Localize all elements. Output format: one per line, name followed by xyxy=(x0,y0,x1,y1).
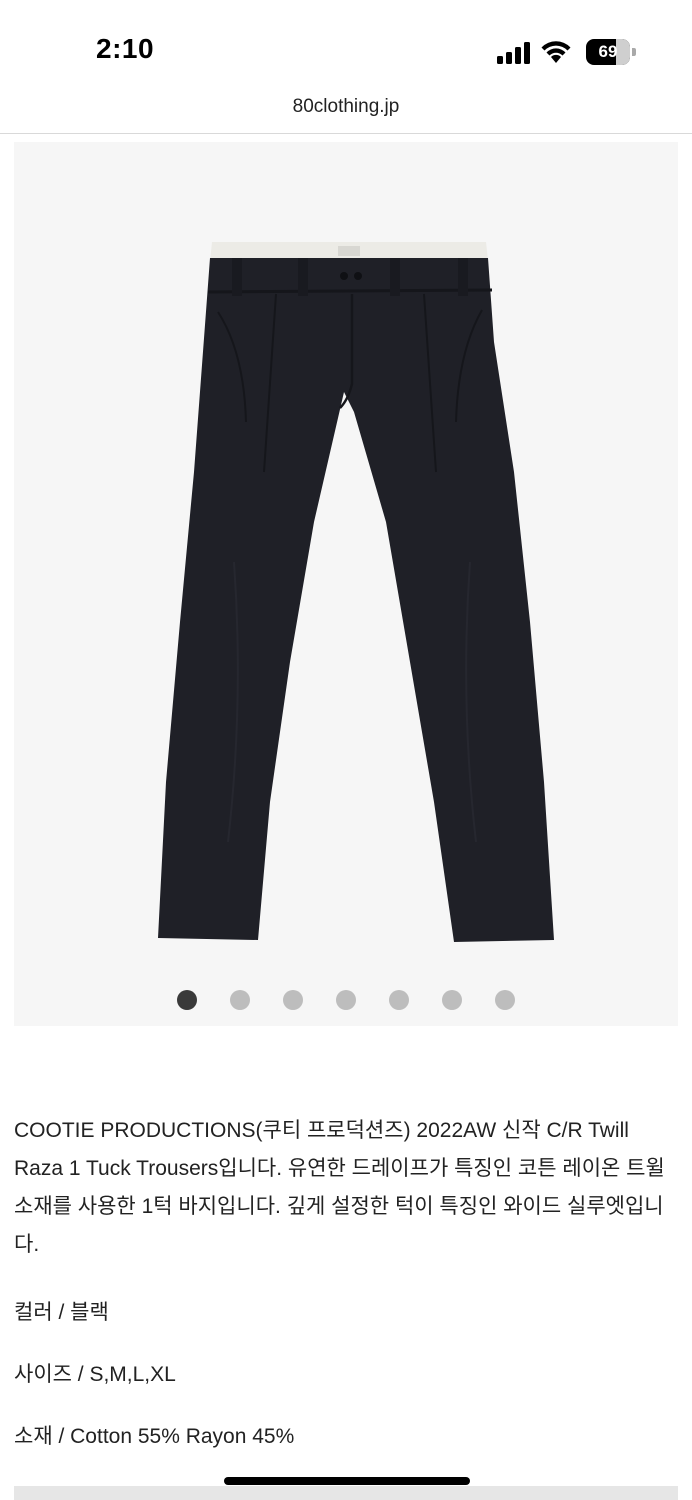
product-size-spec: 사이즈 / S,M,L,XL xyxy=(14,1363,176,1386)
product-image-gallery[interactable] xyxy=(14,142,678,1026)
home-indicator[interactable] xyxy=(224,1477,470,1485)
gallery-dot-6[interactable] xyxy=(442,990,462,1010)
status-bar: 2:10 69 xyxy=(0,0,692,92)
battery-icon: 69 xyxy=(586,39,636,65)
product-description: COOTIE PRODUCTIONS(쿠티 프로덕션즈) 2022AW 신작 C… xyxy=(14,1119,665,1256)
product-image-trousers[interactable] xyxy=(14,142,678,1026)
url-text[interactable]: 80clothing.jp xyxy=(0,96,692,118)
product-material-spec: 소재 / Cotton 55% Rayon 45% xyxy=(14,1425,295,1448)
gallery-dot-7[interactable] xyxy=(495,990,515,1010)
status-time: 2:10 xyxy=(96,33,155,64)
gallery-dot-4[interactable] xyxy=(336,990,356,1010)
battery-percentage: 69 xyxy=(598,42,618,61)
gallery-dot-5[interactable] xyxy=(389,990,409,1010)
gallery-dot-2[interactable] xyxy=(230,990,250,1010)
product-color-spec: 컬러 / 블랙 xyxy=(14,1301,109,1324)
address-bar[interactable]: 80clothing.jp xyxy=(0,92,692,134)
bottom-toolbar-edge xyxy=(14,1486,678,1500)
gallery-dot-3[interactable] xyxy=(283,990,303,1010)
cellular-signal-icon xyxy=(497,42,530,64)
gallery-dot-1[interactable] xyxy=(177,990,197,1010)
wifi-icon xyxy=(541,41,571,63)
gallery-pagination xyxy=(14,990,678,1012)
